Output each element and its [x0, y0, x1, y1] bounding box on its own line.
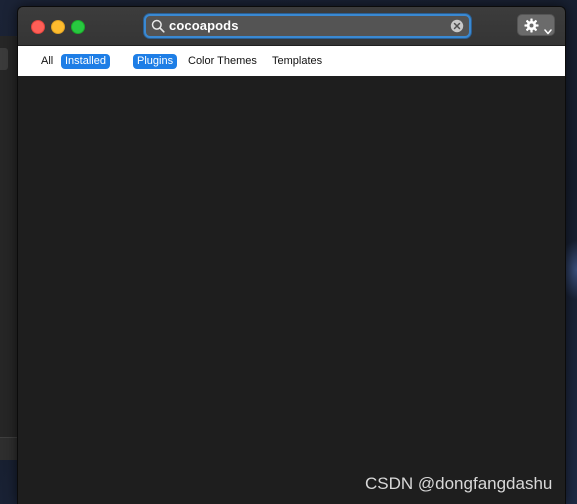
chevron-down-icon	[544, 22, 552, 40]
filter-templates[interactable]: Templates	[268, 54, 326, 69]
background-window-footer	[0, 437, 18, 460]
background-window-toolbar	[0, 48, 8, 70]
filter-bar: All Installed Plugins Color Themes Templ…	[18, 46, 565, 77]
watermark: CSDN @dongfangdashu	[365, 474, 553, 493]
title-bar: cocoapods	[18, 7, 565, 46]
filter-plugins[interactable]: Plugins	[133, 54, 178, 69]
settings-menu-button[interactable]	[517, 14, 555, 36]
search-icon	[151, 19, 165, 38]
filter-color-themes[interactable]: Color Themes	[184, 54, 261, 69]
package-manager-window: cocoapods All Installed Plugins Color Th…	[17, 6, 566, 504]
close-window-button[interactable]	[31, 20, 45, 34]
zoom-window-button[interactable]	[71, 20, 85, 34]
gear-icon	[524, 18, 539, 38]
filter-all[interactable]: All	[37, 54, 57, 69]
search-input[interactable]: cocoapods	[169, 18, 239, 33]
clear-icon[interactable]	[450, 19, 464, 38]
search-field[interactable]: cocoapods	[144, 14, 471, 38]
filter-installed[interactable]: Installed	[61, 54, 110, 69]
package-list	[18, 76, 565, 504]
minimize-window-button[interactable]	[51, 20, 65, 34]
